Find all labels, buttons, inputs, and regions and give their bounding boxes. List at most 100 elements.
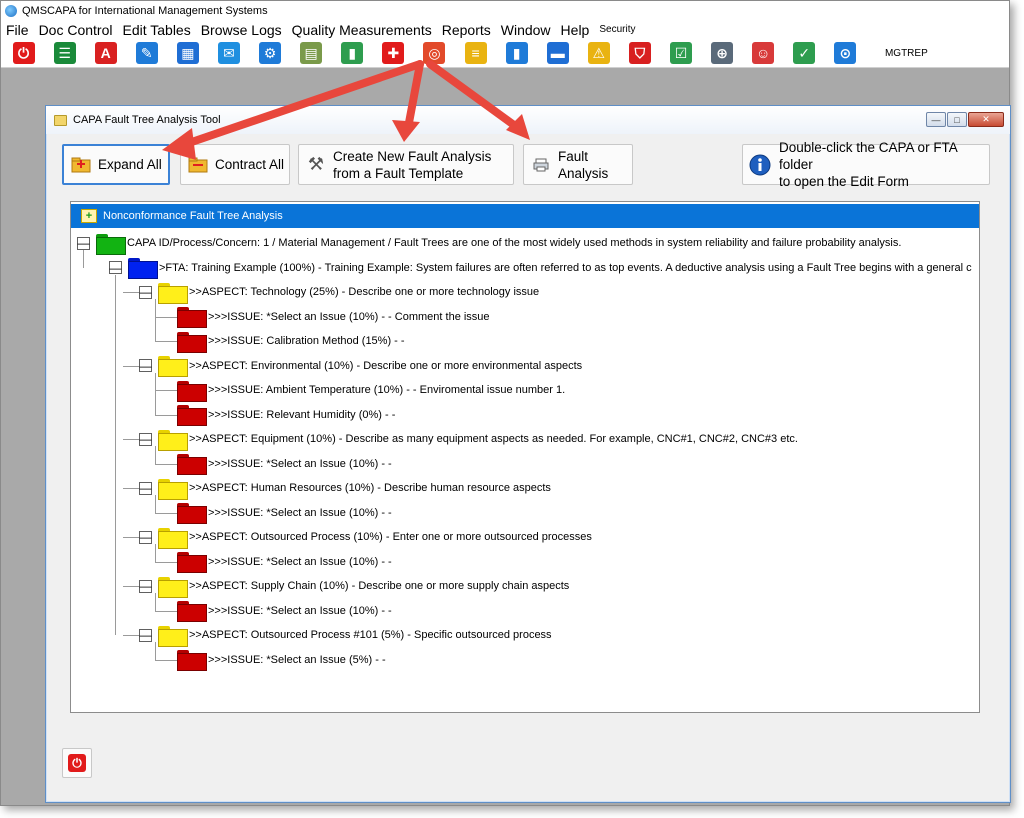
tree-connector	[155, 593, 156, 611]
tree-connector	[155, 659, 177, 661]
tree-connector	[155, 561, 177, 563]
contract-all-label: Contract All	[215, 157, 285, 172]
tree-node-level-3[interactable]: >>>ISSUE: *Select an Issue (10%) - -	[177, 453, 392, 475]
toolbar-lifebuoy-button[interactable]: ◎	[421, 40, 448, 67]
tree-node-level-2[interactable]: — >>ASPECT: Equipment (10%) - Describe as…	[139, 428, 798, 451]
tree-connector	[155, 495, 156, 513]
toolbar-document-list-button[interactable]: ☰	[51, 40, 78, 67]
tree-node-level-2[interactable]: — >>ASPECT: Outsourced Process #101 (5%) …	[139, 624, 552, 647]
tree-node-level-2[interactable]: — >>ASPECT: Human Resources (10%) - Descr…	[139, 477, 551, 500]
minimize-button[interactable]: —	[926, 112, 946, 127]
folder-expand-icon	[70, 155, 92, 175]
tree-node-level-3[interactable]: >>>ISSUE: *Select an Issue (10%) - -	[177, 551, 392, 573]
tree-node-level-3[interactable]: >>>ISSUE: Calibration Method (15%) - -	[177, 330, 405, 353]
red-folder-icon	[177, 650, 207, 671]
tree-node-level-3[interactable]: >>>ISSUE: Ambient Temperature (10%) - - …	[177, 379, 566, 402]
tree-node-level-1[interactable]: — >FTA: Training Example (100%) - Trainin…	[109, 257, 972, 279]
tree-connector	[123, 537, 139, 538]
toolbar-pdf-button[interactable]: A	[92, 40, 119, 67]
toolbar-edit-pencil-button[interactable]: ✎	[133, 40, 160, 67]
tree-node-level-2[interactable]: — >>ASPECT: Outsourced Process (10%) - En…	[139, 526, 592, 549]
menu-doc-control[interactable]: Doc Control	[34, 22, 118, 38]
tree-connector	[155, 446, 156, 464]
warning-icon: ⚠	[587, 42, 610, 64]
tree-node-label: >>>ISSUE: *Select an Issue (10%) - -	[208, 506, 392, 519]
create-fault-analysis-button[interactable]: ⚒ Create New Fault Analysis from a Fault…	[298, 144, 514, 185]
collapse-toggle[interactable]: —	[139, 628, 152, 642]
contract-all-button[interactable]: Contract All	[180, 144, 290, 185]
toolbar-red-cross-button[interactable]: ✚	[380, 40, 407, 67]
toolbar-chat-button[interactable]: ✉	[215, 40, 242, 67]
toolbar-notepad-button[interactable]: ≡	[462, 40, 489, 67]
toolbar-warning-button[interactable]: ⚠	[585, 40, 612, 67]
collapse-toggle[interactable]: —	[139, 359, 152, 372]
red-folder-icon	[177, 331, 207, 353]
menu-help[interactable]: Help	[556, 22, 595, 38]
yellow-folder-icon	[158, 625, 188, 647]
folder-collapse-icon	[187, 155, 209, 175]
menu-security[interactable]: Security	[594, 24, 640, 35]
tree-node-label: >>ASPECT: Outsourced Process (10%) - Ent…	[189, 531, 592, 543]
toolbar-bar-chart-button[interactable]: ▮	[503, 40, 530, 67]
collapse-toggle[interactable]: —	[109, 261, 122, 274]
window-controls: — □ ✕	[925, 112, 1004, 127]
fault-analysis-button[interactable]: Fault Analysis	[523, 144, 633, 185]
expand-all-button[interactable]: Expand All	[62, 144, 170, 185]
menu-browse-logs[interactable]: Browse Logs	[196, 22, 287, 38]
toolbar-clipboard-check-button[interactable]: ✓	[791, 40, 818, 67]
tree-node-label: >>>ISSUE: Ambient Temperature (10%) - - …	[208, 384, 566, 396]
red-folder-icon	[177, 380, 207, 402]
menu-file[interactable]: File	[1, 22, 34, 38]
red-folder-icon	[177, 601, 207, 622]
toolbar-globe-search-button[interactable]: ⊙	[832, 40, 859, 67]
create-fault-analysis-line1: Create New Fault Analysis	[333, 148, 492, 164]
org-chart-icon: ▦	[176, 42, 199, 64]
fault-tree-view[interactable]: + Nonconformance Fault Tree Analysis — CA…	[70, 201, 980, 713]
menu-window[interactable]: Window	[496, 22, 556, 38]
maximize-button[interactable]: □	[947, 112, 967, 127]
collapse-toggle[interactable]: —	[139, 432, 152, 446]
close-window-button[interactable]: ✕	[968, 112, 1004, 127]
tree-root-node[interactable]: + Nonconformance Fault Tree Analysis	[71, 204, 979, 228]
printer-icon	[530, 155, 552, 175]
collapse-toggle[interactable]: —	[139, 579, 152, 593]
tree-node-level-3[interactable]: >>>ISSUE: Relevant Humidity (0%) - -	[177, 404, 395, 426]
tree-node-label: >>ASPECT: Equipment (10%) - Describe as …	[189, 433, 798, 445]
tree-node-level-2[interactable]: — >>ASPECT: Supply Chain (10%) - Describe…	[139, 575, 569, 598]
globe-search-icon: ⊙	[834, 42, 857, 64]
menu-reports[interactable]: Reports	[437, 22, 496, 38]
tree-node-level-3[interactable]: >>>ISSUE: *Select an Issue (10%) - -	[177, 600, 392, 622]
red-folder-icon	[177, 552, 207, 573]
toolbar-calendar-button[interactable]: ▤	[298, 40, 325, 67]
edit-form-info-button[interactable]: Double-click the CAPA or FTA folder to o…	[742, 140, 990, 189]
main-application-window: QMSCAPA for International Management Sys…	[0, 0, 1011, 806]
toolbar-checklist-button[interactable]: ☑	[668, 40, 695, 67]
toolbar-book-button[interactable]: ▮	[339, 40, 366, 67]
tree-node-level-3[interactable]: >>>ISSUE: *Select an Issue (10%) - - Com…	[177, 306, 490, 328]
database-add-icon: ⊕	[711, 42, 734, 64]
toolbar-database-add-button[interactable]: ⊕	[709, 40, 736, 67]
collapse-toggle[interactable]: —	[139, 481, 152, 495]
tree-node-level-2[interactable]: — >>ASPECT: Environmental (10%) - Describ…	[139, 355, 582, 377]
collapse-toggle[interactable]: —	[139, 530, 152, 544]
tree-node-level-0[interactable]: — CAPA ID/Process/Concern: 1 / Material M…	[77, 232, 901, 255]
toolbar-gear-button[interactable]: ⚙	[257, 40, 284, 67]
tree-node-level-2[interactable]: — >>ASPECT: Technology (25%) - Describe o…	[139, 281, 539, 304]
toolbar-shield-button[interactable]: ⛉	[626, 40, 653, 67]
menu-quality-measurements[interactable]: Quality Measurements	[287, 22, 437, 38]
toolbar-org-chart-button[interactable]: ▦	[174, 40, 201, 67]
power-icon: ⏻	[68, 754, 86, 772]
tree-root-label: Nonconformance Fault Tree Analysis	[103, 210, 283, 222]
tree-connector	[155, 414, 177, 416]
close-tool-button[interactable]: ⏻	[62, 748, 92, 778]
toolbar-printer-button[interactable]: ▬	[544, 40, 571, 67]
tree-node-level-3[interactable]: >>>ISSUE: *Select an Issue (5%) - -	[177, 649, 386, 671]
collapse-toggle[interactable]: —	[139, 285, 152, 299]
toolbar-user-profile-button[interactable]: ☺	[750, 40, 777, 67]
notepad-icon: ≡	[464, 42, 487, 64]
collapse-toggle[interactable]: —	[77, 236, 90, 250]
toolbar-power-button[interactable]: ⏻	[10, 40, 37, 67]
menu-edit-tables[interactable]: Edit Tables	[117, 22, 195, 38]
fault-tree-window: CAPA Fault Tree Analysis Tool — □ ✕ Expa…	[45, 105, 1011, 803]
tree-node-level-3[interactable]: >>>ISSUE: *Select an Issue (10%) - -	[177, 502, 392, 524]
